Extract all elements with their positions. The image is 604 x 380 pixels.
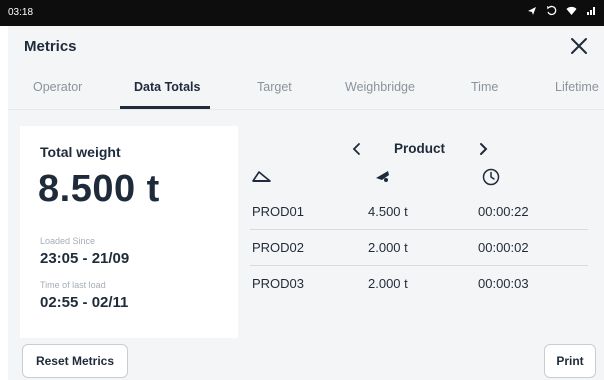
tab-bar: Operator Data Totals Target Weighbridge …	[8, 70, 604, 110]
location-icon	[527, 6, 537, 16]
last-load-value: 02:55 - 02/11	[40, 294, 129, 311]
row-time: 00:00:03	[478, 276, 529, 291]
chevron-right-icon	[480, 143, 488, 155]
sync-icon	[546, 5, 557, 16]
metrics-screen: Metrics Operator Data Totals Target Weig…	[8, 26, 604, 380]
print-button[interactable]: Print	[544, 344, 596, 378]
clock-icon	[482, 168, 500, 191]
active-tab-indicator	[120, 106, 210, 109]
row-time: 00:00:02	[478, 240, 529, 255]
close-button[interactable]	[568, 35, 590, 57]
table-row: PROD03 2.000 t 00:00:03	[250, 266, 588, 302]
tab-lifetime[interactable]: Lifetime	[555, 80, 599, 94]
close-icon	[571, 38, 587, 54]
status-time: 03:18	[8, 7, 34, 18]
tab-target[interactable]: Target	[257, 80, 292, 94]
reset-metrics-button[interactable]: Reset Metrics	[22, 344, 128, 378]
table-row: PROD01 4.500 t 00:00:22	[250, 194, 588, 230]
product-navigator: Product	[348, 138, 498, 160]
signal-icon	[586, 6, 596, 16]
row-weight: 2.000 t	[368, 240, 408, 255]
total-weight-value: 8.500 t	[38, 168, 160, 210]
table-row: PROD02 2.000 t 00:00:02	[250, 230, 588, 266]
header: Metrics	[8, 26, 604, 70]
loaded-since-label: Loaded Since	[40, 236, 96, 246]
wifi-icon	[566, 6, 577, 16]
loaded-since-value: 23:05 - 21/09	[40, 250, 130, 267]
previous-product-button[interactable]	[348, 138, 366, 160]
status-bar: 03:18	[0, 0, 604, 26]
status-icons	[527, 5, 596, 16]
tab-time[interactable]: Time	[471, 80, 498, 94]
row-product: PROD03	[252, 276, 305, 291]
total-weight-card: Total weight 8.500 t Loaded Since 23:05 …	[20, 126, 238, 338]
total-weight-title: Total weight	[40, 144, 121, 160]
footer: Reset Metrics Print	[8, 338, 604, 380]
row-time: 00:00:22	[478, 204, 529, 219]
tab-weighbridge[interactable]: Weighbridge	[345, 80, 415, 94]
weight-icon	[374, 168, 392, 189]
page-title: Metrics	[24, 38, 77, 55]
next-product-button[interactable]	[474, 138, 492, 160]
row-weight: 4.500 t	[368, 204, 408, 219]
load-icon	[252, 168, 272, 189]
last-load-label: Time of last load	[40, 280, 106, 290]
tab-operator[interactable]: Operator	[33, 80, 82, 94]
row-product: PROD02	[252, 240, 305, 255]
chevron-left-icon	[352, 143, 360, 155]
row-weight: 2.000 t	[368, 276, 408, 291]
product-nav-label: Product	[394, 141, 446, 156]
tab-data-totals[interactable]: Data Totals	[134, 80, 200, 94]
row-product: PROD01	[252, 204, 305, 219]
